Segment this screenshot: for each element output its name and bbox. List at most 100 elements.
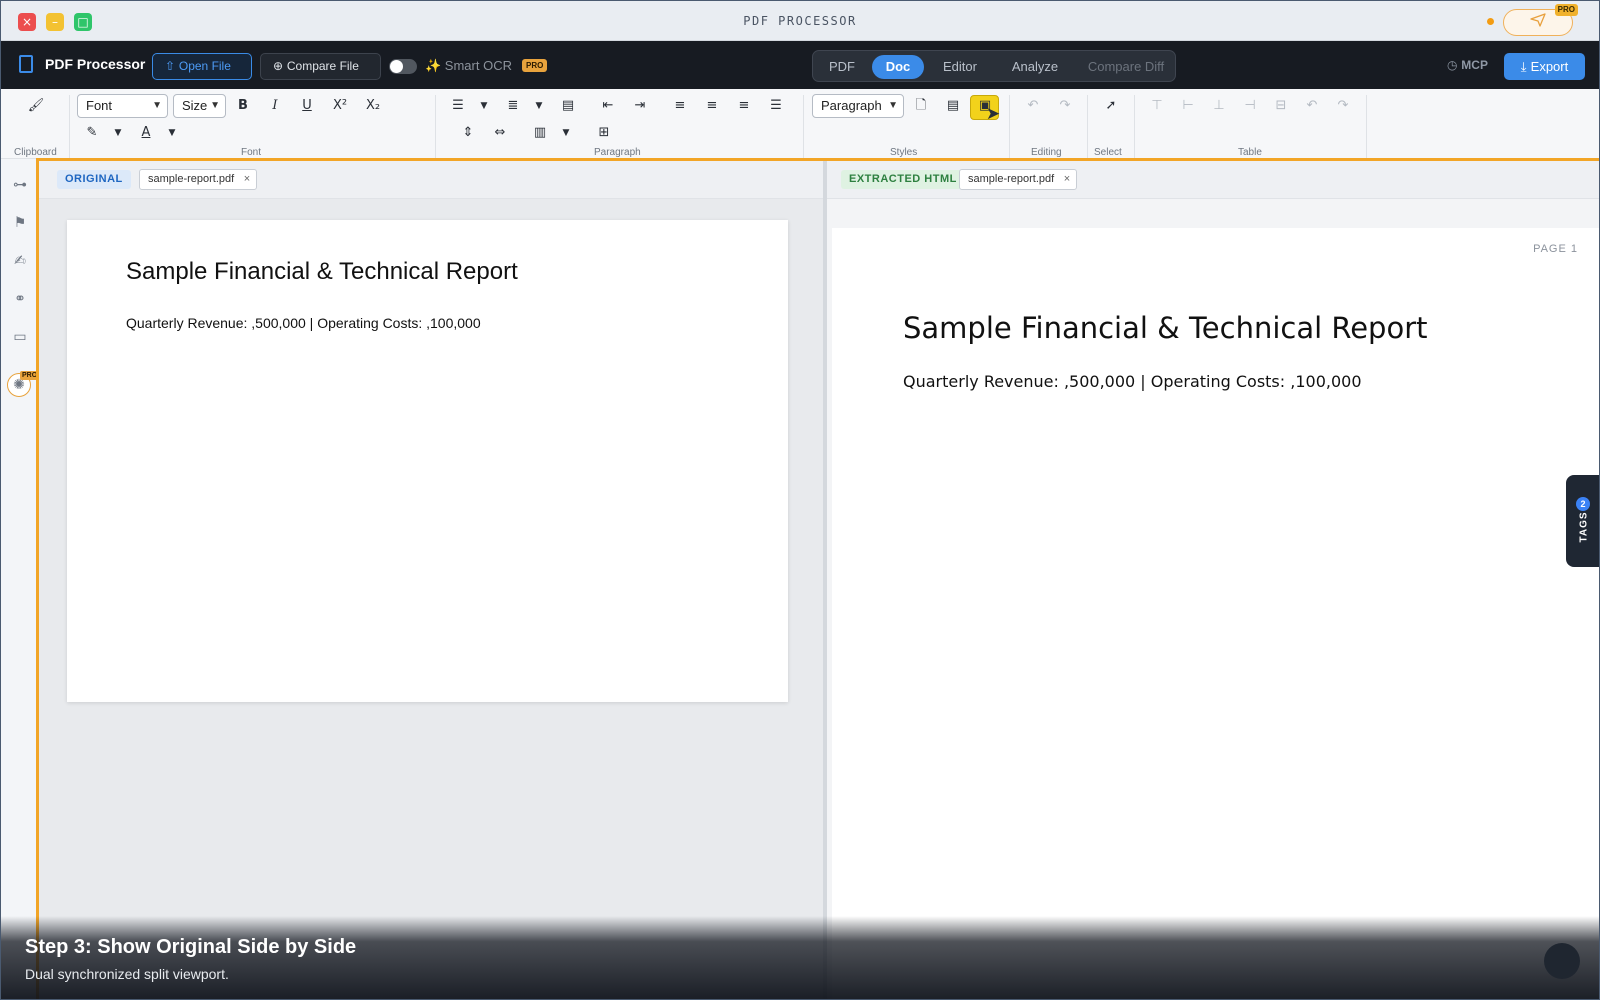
group-label-font: Font [241,147,262,158]
merge-cells-icon[interactable]: ⊟ [1270,95,1292,117]
mcp-button[interactable]: ◷ MCP [1447,58,1488,72]
mode-tabs: PDF Doc Editor Analyze Compare Diff [812,50,1176,82]
signature-icon[interactable]: ✍ [10,251,30,271]
group-label-clipboard: Clipboard [14,147,57,158]
tab-editor[interactable]: Editor [930,55,990,79]
original-page: Sample Financial & Technical Report Quar… [67,220,788,702]
export-label: Export [1530,59,1569,74]
extracted-title: Sample Financial & Technical Report [903,311,1428,345]
tags-count-badge: 2 [1576,497,1590,511]
compare-file-button[interactable]: ⊕ Compare File [260,53,381,80]
toggle-knob [390,60,403,73]
original-pane[interactable]: ORIGINAL sample-report.pdf × Sample Fina… [39,161,823,999]
document-settings-icon[interactable]: ▤ [942,95,964,117]
chevron-down-icon[interactable]: ▼ [107,122,129,144]
file-chip[interactable]: sample-report.pdf × [139,169,258,190]
divider [69,95,70,159]
chevron-down-icon[interactable]: ▼ [161,122,183,144]
delete-row-icon[interactable]: ⊥ [1208,95,1230,117]
bold-icon[interactable]: B [232,95,254,117]
left-sidebar: ⊶ ⚑ ✍ ⚭ ▭ ✺ PRO [1,159,40,999]
subscript-icon[interactable]: X₂ [362,95,384,117]
superscript-icon[interactable]: X² [329,95,351,117]
divider [435,95,436,159]
bullet-list-icon[interactable]: ☰ [447,95,469,117]
align-center-icon[interactable]: ≡ [701,95,723,117]
table-redo-icon[interactable]: ↷ [1332,95,1354,117]
title-bar: × – □ PDF PROCESSOR PRO [1,1,1599,41]
extracted-pane[interactable]: EXTRACTED HTML sample-report.pdf × PAGE … [827,161,1599,999]
close-icon[interactable]: × [1064,170,1070,189]
divider [1134,95,1135,159]
app-name: PDF Processor [45,56,146,72]
chevron-down-icon[interactable]: ▼ [528,95,550,117]
help-button[interactable] [1544,943,1580,979]
ribbon-toolbar: 🖌 Font ▼ Size ▼ B I U X² X₂ ✎ ▼ A ▼ ☰ ▼ ≣ … [1,89,1599,159]
send-button[interactable]: PRO [1503,4,1578,36]
align-right-icon[interactable]: ≡ [733,95,755,117]
folder-icon[interactable]: ▭ [10,327,30,347]
document-title: Sample Financial & Technical Report [126,258,518,285]
font-color-icon[interactable]: A [135,122,157,144]
tab-pdf[interactable]: PDF [820,55,864,79]
numbered-list-icon[interactable]: ≣ [502,95,524,117]
bookmark-icon[interactable]: ⚑ [10,213,30,233]
page-number-label: PAGE 1 [1533,243,1578,255]
chevron-down-icon[interactable]: ▼ [473,95,495,117]
close-icon[interactable]: × [244,170,250,189]
italic-icon[interactable]: I [264,95,286,117]
line-spacing-icon[interactable]: ⇕ [457,122,479,144]
columns-icon[interactable]: ▥ [529,122,551,144]
insert-row-above-icon[interactable]: ⊤ [1146,95,1168,117]
structure-tree-icon[interactable]: ⊶ [10,175,30,195]
tab-doc[interactable]: Doc [872,55,924,79]
table-undo-icon[interactable]: ↶ [1301,95,1323,117]
original-pane-header: ORIGINAL sample-report.pdf × [39,161,823,199]
compare-file-label: Compare File [286,59,359,73]
group-label-select: Select [1094,147,1122,158]
app-window: × – □ PDF PROCESSOR PRO PDF Processor ⇧ … [0,0,1600,1000]
format-painter-icon[interactable]: 🖌 [25,95,47,117]
paragraph-style-value: Paragraph [821,98,882,113]
column-spacing-icon[interactable]: ⇔ [489,122,511,144]
link-icon[interactable]: ⚭ [10,289,30,309]
tags-panel-tab[interactable]: 2 TAGS [1566,475,1599,567]
font-select[interactable]: Font ▼ [77,94,168,118]
tags-label: TAGS [1578,511,1590,543]
tab-compare-diff[interactable]: Compare Diff [1079,55,1173,79]
insert-table-icon[interactable]: ⊞ [593,122,615,144]
size-select[interactable]: Size ▼ [173,94,226,118]
insert-column-icon[interactable]: ⊢ [1177,95,1199,117]
export-button[interactable]: ⤓ Export [1504,53,1585,80]
extracted-pane-header: EXTRACTED HTML sample-report.pdf × [827,161,1599,199]
file-chip[interactable]: sample-report.pdf × [959,169,1078,190]
align-left-icon[interactable]: ≡ [669,95,691,117]
block-quote-icon[interactable]: ▤ [557,95,579,117]
chevron-down-icon[interactable]: ▼ [555,122,577,144]
tab-analyze[interactable]: Analyze [997,55,1073,79]
caption-subtitle: Dual synchronized split viewport. [25,966,229,982]
outdent-icon[interactable]: ⇤ [597,95,619,117]
indent-icon[interactable]: ⇥ [629,95,651,117]
open-file-button[interactable]: ⇧ Open File [152,53,252,80]
divider [1087,95,1088,159]
divider [803,95,804,159]
original-badge: ORIGINAL [57,170,131,189]
undo-icon[interactable]: ↶ [1022,95,1044,117]
step-caption: Step 3: Show Original Side by Side Dual … [1,916,1599,999]
chevron-down-icon: ▼ [152,100,162,111]
extracted-page: PAGE 1 Sample Financial & Technical Repo… [832,228,1599,999]
delete-column-icon[interactable]: ⊣ [1239,95,1261,117]
underline-icon[interactable]: U [296,95,318,117]
chevron-down-icon: ▼ [888,100,898,111]
smart-ocr-toggle[interactable] [389,59,417,74]
justify-icon[interactable]: ☰ [765,95,787,117]
new-document-icon[interactable]: 🗋 [910,95,932,117]
open-file-label: Open File [178,59,231,73]
paragraph-style-select[interactable]: Paragraph ▼ [812,94,904,118]
redo-icon[interactable]: ↷ [1054,95,1076,117]
select-cursor-icon[interactable]: ➚ [1100,95,1122,117]
highlight-icon[interactable]: ✎ [81,122,103,144]
pro-badge: PRO [1554,4,1578,16]
divider [1366,95,1367,159]
